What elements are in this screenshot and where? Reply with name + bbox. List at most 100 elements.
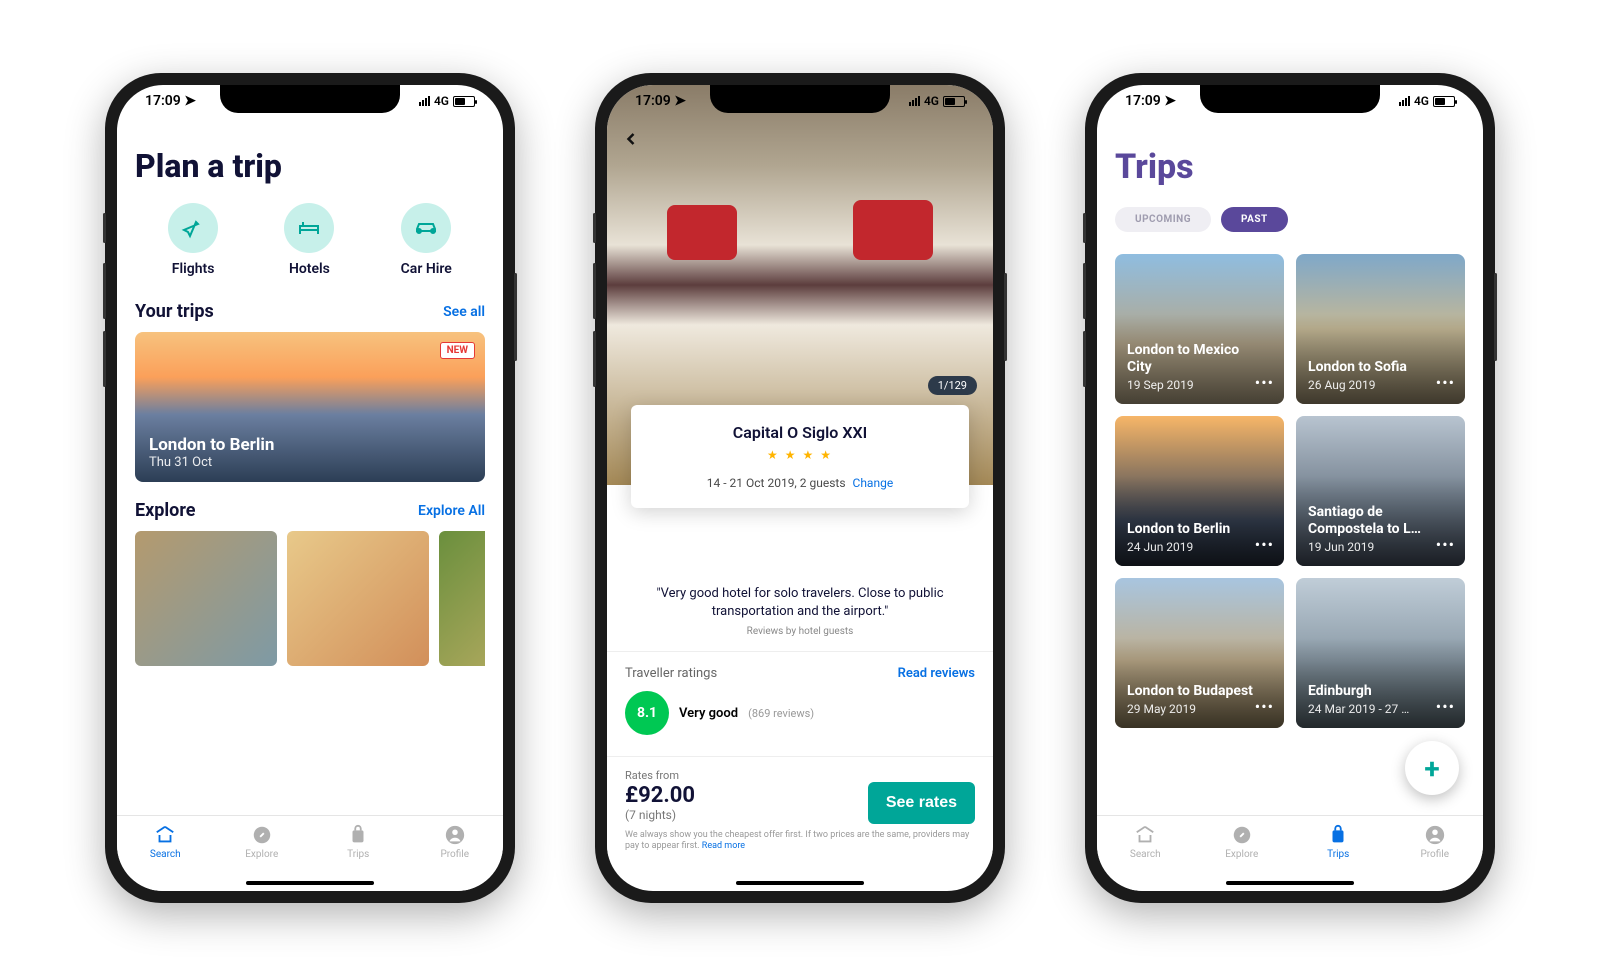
more-icon[interactable]: ••• xyxy=(1436,373,1455,392)
tab-upcoming[interactable]: UPCOMING xyxy=(1115,207,1211,232)
ratings-heading: Traveller ratings xyxy=(625,666,717,681)
rating-score-badge: 8.1 xyxy=(625,691,669,735)
explore-tile[interactable] xyxy=(287,531,429,666)
explore-all-link[interactable]: Explore All xyxy=(418,503,485,519)
nights: (7 nights) xyxy=(625,808,695,822)
trip-title: London to Berlin xyxy=(149,435,274,455)
see-rates-button[interactable]: See rates xyxy=(868,782,975,824)
new-badge: NEW xyxy=(440,342,475,359)
network-label: 4G xyxy=(434,94,449,108)
signal-icon xyxy=(419,96,430,106)
trip-title: Santiago de Compostela to L… xyxy=(1308,504,1435,538)
status-time: 17:09 xyxy=(1125,93,1161,109)
rates-bar: Rates from £92.00 (7 nights) See rates W… xyxy=(607,756,993,857)
trip-tile[interactable]: Edinburgh24 Mar 2019 - 27 … ••• xyxy=(1296,578,1465,728)
more-icon[interactable]: ••• xyxy=(1255,697,1274,716)
review-source: Reviews by hotel guests xyxy=(625,626,975,637)
home-indicator[interactable] xyxy=(736,881,864,885)
add-trip-fab[interactable]: + xyxy=(1405,741,1459,795)
more-icon[interactable]: ••• xyxy=(1436,535,1455,554)
read-more-link[interactable]: Read more xyxy=(702,841,745,851)
more-icon[interactable]: ••• xyxy=(1436,697,1455,716)
plus-icon: + xyxy=(1424,752,1439,785)
home-indicator[interactable] xyxy=(1226,881,1354,885)
booking-dates: 14 - 21 Oct 2019, 2 guests xyxy=(707,476,846,490)
tab-search[interactable]: Search xyxy=(135,824,195,860)
image-counter-badge: 1/129 xyxy=(928,376,977,395)
trip-date: 24 Mar 2019 - 27 … xyxy=(1308,702,1435,716)
page-title: Trips xyxy=(1115,147,1465,187)
category-label: Car Hire xyxy=(401,261,452,277)
hotel-hero-image[interactable]: 1/129 Capital O Siglo XXI ★ ★ ★ ★ 14 - 2… xyxy=(607,85,993,485)
trip-title: London to Budapest xyxy=(1127,683,1254,700)
tab-label: Search xyxy=(150,849,181,860)
profile-icon xyxy=(444,824,466,846)
tab-label: Profile xyxy=(440,849,469,860)
more-icon[interactable]: ••• xyxy=(1255,373,1274,392)
status-bar: 17:09 ➤ 4G xyxy=(1097,93,1483,109)
search-tab-icon xyxy=(1134,824,1156,846)
tab-profile[interactable]: Profile xyxy=(1405,824,1465,860)
trip-title: London to Sofia xyxy=(1308,359,1435,376)
tab-trips[interactable]: Trips xyxy=(1308,824,1368,860)
battery-icon xyxy=(943,96,965,107)
trip-title: London to Berlin xyxy=(1127,521,1254,538)
phone-mockup-1: 17:09 ➤ 4G Plan a trip Flights xyxy=(105,73,515,903)
tab-label: Explore xyxy=(1225,849,1258,860)
trip-title: London to Mexico City xyxy=(1127,342,1254,376)
status-bar: 17:09 ➤ 4G xyxy=(607,93,993,109)
page-title: Plan a trip xyxy=(135,147,485,185)
tab-search[interactable]: Search xyxy=(1115,824,1175,860)
trip-date: 26 Aug 2019 xyxy=(1308,378,1435,392)
trip-tile[interactable]: London to Sofia 26 Aug 2019 ••• xyxy=(1296,254,1465,404)
more-icon[interactable]: ••• xyxy=(1255,535,1274,554)
explore-heading: Explore xyxy=(135,500,195,521)
trip-date: 19 Jun 2019 xyxy=(1308,540,1435,554)
phone-mockup-2: 17:09 ➤ 4G 1/129 Capital O Siglo XXI ★ ★… xyxy=(595,73,1005,903)
trip-date: 24 Jun 2019 xyxy=(1127,540,1254,554)
explore-tile[interactable] xyxy=(439,531,485,666)
tab-label: Trips xyxy=(347,849,369,860)
home-indicator[interactable] xyxy=(246,881,374,885)
trip-tile[interactable]: London to Mexico City 19 Sep 2019 ••• xyxy=(1115,254,1284,404)
tab-explore[interactable]: Explore xyxy=(1212,824,1272,860)
bed-icon xyxy=(284,203,334,253)
battery-icon xyxy=(1433,96,1455,107)
tab-label: Trips xyxy=(1327,849,1349,860)
trip-date: 19 Sep 2019 xyxy=(1127,378,1254,392)
tab-label: Search xyxy=(1130,849,1161,860)
compass-icon xyxy=(1231,824,1253,846)
signal-icon xyxy=(909,96,920,106)
car-icon xyxy=(401,203,451,253)
tab-label: Explore xyxy=(245,849,278,860)
category-carhire[interactable]: Car Hire xyxy=(401,203,452,277)
trip-date: 29 May 2019 xyxy=(1127,702,1254,716)
explore-tile[interactable] xyxy=(135,531,277,666)
your-trips-heading: Your trips xyxy=(135,301,214,322)
see-all-link[interactable]: See all xyxy=(443,304,485,320)
category-label: Hotels xyxy=(289,261,330,277)
tab-label: Profile xyxy=(1420,849,1449,860)
read-reviews-link[interactable]: Read reviews xyxy=(898,666,975,681)
compass-icon xyxy=(251,824,273,846)
trip-tile[interactable]: Santiago de Compostela to L…19 Jun 2019 … xyxy=(1296,416,1465,566)
back-button[interactable] xyxy=(621,129,641,149)
tab-trips[interactable]: Trips xyxy=(328,824,388,860)
signal-icon xyxy=(1399,96,1410,106)
luggage-icon xyxy=(1327,824,1349,846)
trip-card[interactable]: NEW London to Berlin Thu 31 Oct xyxy=(135,332,485,482)
category-flights[interactable]: Flights xyxy=(168,203,218,277)
review-quote: "Very good hotel for solo travelers. Clo… xyxy=(625,585,975,620)
status-bar: 17:09 ➤ 4G xyxy=(117,93,503,109)
location-arrow-icon: ➤ xyxy=(1164,93,1176,109)
category-hotels[interactable]: Hotels xyxy=(284,203,334,277)
tab-profile[interactable]: Profile xyxy=(425,824,485,860)
rating-text: Very good xyxy=(679,706,738,721)
tab-explore[interactable]: Explore xyxy=(232,824,292,860)
rates-from-label: Rates from xyxy=(625,769,975,782)
tab-past[interactable]: PAST xyxy=(1221,207,1288,232)
trip-tile[interactable]: London to Berlin 24 Jun 2019 ••• xyxy=(1115,416,1284,566)
category-label: Flights xyxy=(172,261,215,277)
change-link[interactable]: Change xyxy=(853,476,894,490)
trip-tile[interactable]: London to Budapest 29 May 2019 ••• xyxy=(1115,578,1284,728)
